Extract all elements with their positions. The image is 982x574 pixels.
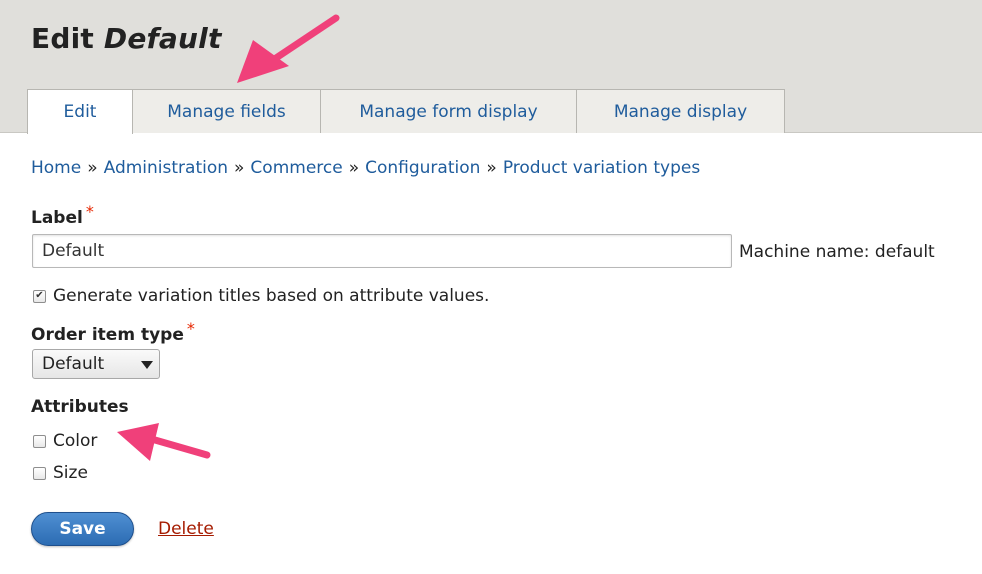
breadcrumb-separator: » [486,158,497,178]
breadcrumb-separator: » [234,158,245,178]
annotation-arrow-attributes [117,423,211,461]
required-marker: * [186,319,195,338]
order-item-type-select[interactable]: Default [32,349,160,379]
tab-manage-form-display[interactable]: Manage form display [320,89,577,133]
attribute-option-color[interactable]: Color [33,431,97,451]
page-header: Edit Default Edit Manage fields Manage f… [0,0,982,134]
generate-titles-label: Generate variation titles based on attri… [53,286,490,306]
breadcrumb: Home» Administration» Commerce» Configurati… [31,158,700,178]
order-item-type-label: Order item type * [31,319,195,345]
breadcrumb-configuration[interactable]: Configuration [365,158,480,178]
breadcrumb-separator: » [87,158,98,178]
breadcrumb-separator: » [348,158,360,178]
size-label: Size [53,463,88,483]
label-field-label: Label * [31,202,94,228]
label-input[interactable] [32,234,732,268]
save-button[interactable]: Save [31,512,134,546]
label-field-label-text: Label [31,208,83,228]
order-item-type-selected: Default [42,354,105,374]
generate-titles-option[interactable]: ✔ Generate variation titles based on att… [33,286,489,306]
breadcrumb-administration[interactable]: Administration [104,158,228,178]
breadcrumb-commerce[interactable]: Commerce [250,158,342,178]
tab-manage-fields[interactable]: Manage fields [132,89,321,133]
page-title-name: Default [103,22,222,55]
color-label: Color [53,431,98,451]
page-title-prefix: Edit [31,22,94,55]
color-checkbox[interactable] [33,434,46,448]
breadcrumb-product-variation-types[interactable]: Product variation types [503,158,700,178]
primary-tabs: Edit Manage fields Manage form display M… [27,89,785,134]
caret-down-icon [141,361,153,369]
page-title: Edit Default [31,22,222,55]
order-item-type-label-text: Order item type [31,325,184,345]
breadcrumb-home[interactable]: Home [31,158,81,178]
attribute-option-size[interactable]: Size [33,463,88,483]
size-checkbox[interactable] [33,466,46,480]
generate-titles-checkbox[interactable]: ✔ [33,289,46,303]
attributes-heading: Attributes [31,397,129,417]
tab-manage-display[interactable]: Manage display [576,89,785,133]
delete-link[interactable]: Delete [158,519,214,539]
machine-name: Machine name: default [739,242,935,262]
required-marker: * [85,202,94,221]
tab-edit[interactable]: Edit [27,89,133,134]
